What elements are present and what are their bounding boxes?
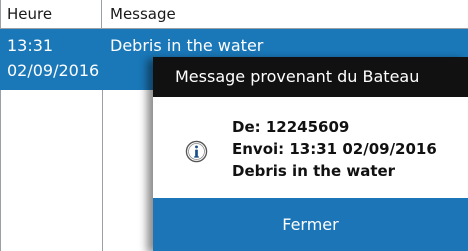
row-date: 02/09/2016 (7, 61, 100, 80)
row-time: 13:31 (7, 36, 54, 55)
column-header-time[interactable]: Heure (0, 0, 102, 28)
info-icon (185, 140, 208, 163)
column-divider (102, 90, 103, 251)
message-dialog: Message provenant du Bateau De: 12245609… (153, 57, 468, 251)
sender-id: De: 12245609 (232, 118, 350, 136)
dialog-title: Message provenant du Bateau (153, 57, 468, 97)
column-header-message[interactable]: Message (102, 0, 468, 28)
message-body: Debris in the water (232, 162, 396, 180)
row-message: Debris in the water (110, 36, 264, 55)
table-header: Heure Message (0, 0, 468, 29)
sent-time: Envoi: 13:31 02/09/2016 (232, 140, 437, 158)
close-button[interactable]: Fermer (153, 198, 468, 251)
